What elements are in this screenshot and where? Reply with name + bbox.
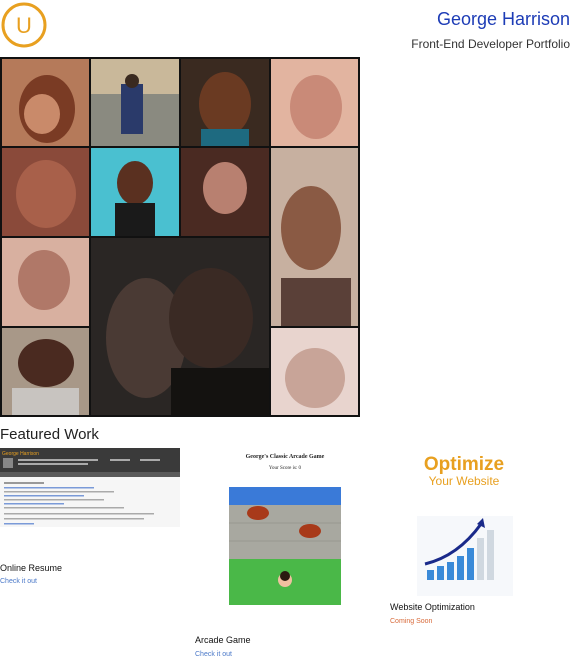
collage-photo [2, 238, 89, 326]
arcade-game-thumbnail[interactable]: George's Classic Arcade Game Your Score … [228, 447, 342, 607]
online-resume-link[interactable]: Check it out [0, 578, 37, 585]
logo-icon[interactable]: U [0, 1, 48, 49]
collage-photo [91, 148, 179, 236]
svg-text:George's Classic Arcade Game: George's Classic Arcade Game [246, 454, 325, 460]
collage-photo [2, 328, 89, 415]
collage-photo [181, 59, 269, 146]
svg-text:Your Website: Your Website [429, 474, 500, 488]
photo-collage [0, 57, 360, 417]
arcade-game-link[interactable]: Check it out [195, 651, 232, 658]
collage-photo [91, 59, 179, 146]
collage-photo [2, 59, 89, 146]
website-optimization-thumbnail[interactable]: Optimize Your Website [403, 452, 525, 602]
svg-text:Your Score is: 0: Your Score is: 0 [269, 466, 302, 471]
svg-text:Optimize: Optimize [424, 454, 504, 475]
online-resume-thumbnail[interactable]: George Harrison [0, 448, 180, 527]
online-resume-title: Online Resume [0, 563, 63, 573]
collage-photo [181, 148, 269, 236]
svg-text:George Harrison: George Harrison [2, 451, 39, 457]
collage-photo [271, 328, 358, 415]
collage-photo [271, 148, 358, 326]
collage-photo [91, 238, 269, 415]
collage-photo [271, 59, 358, 146]
page-title: George Harrison [436, 9, 570, 29]
page-subtitle: Front-End Developer Portfolio [411, 37, 570, 51]
website-optimization-title: Website Optimization [390, 602, 475, 612]
collage-photo [2, 148, 89, 236]
website-optimization-status: Coming Soon [390, 618, 433, 625]
svg-text:U: U [16, 13, 32, 38]
featured-work-heading: Featured Work [0, 426, 99, 443]
arcade-game-title: Arcade Game [195, 635, 251, 645]
